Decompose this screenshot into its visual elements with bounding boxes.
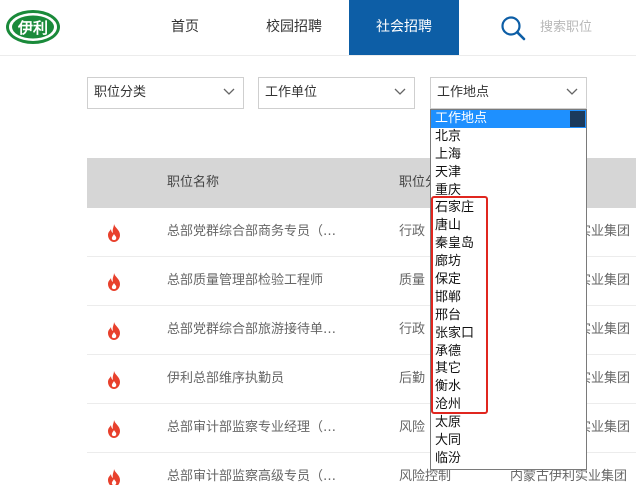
job-title[interactable]: 总部质量管理部检验工程师 <box>167 257 323 305</box>
location-option[interactable]: 大同 <box>431 432 586 450</box>
location-option[interactable]: 承德 <box>431 343 586 361</box>
location-option[interactable]: 重庆 <box>431 182 586 200</box>
header-divider <box>0 55 636 56</box>
search-icon[interactable] <box>500 15 526 41</box>
category-select[interactable]: 职位分类 <box>87 77 244 109</box>
column-header-name: 职位名称 <box>167 175 220 190</box>
unit-select-label: 工作单位 <box>265 85 318 100</box>
location-option[interactable]: 唐山 <box>431 217 586 235</box>
location-option[interactable]: 邯郸 <box>431 289 586 307</box>
chevron-down-icon <box>566 88 578 95</box>
job-title[interactable]: 总部审计部监察高级专员（… <box>167 453 336 485</box>
location-option[interactable]: 其它 <box>431 360 586 378</box>
job-title[interactable]: 总部党群综合部商务专员（… <box>167 208 336 256</box>
location-option[interactable]: 石家庄 <box>431 199 586 217</box>
svg-text:伊利: 伊利 <box>17 19 48 37</box>
job-type: 行政 <box>399 224 426 239</box>
fire-icon <box>108 322 120 340</box>
nav-social-recruitment[interactable]: 社会招聘 <box>349 0 459 55</box>
location-option[interactable]: 沧州 <box>431 396 586 414</box>
location-dropdown-list[interactable]: 工作地点 北京 上海 天津 重庆 石家庄 唐山 秦皇岛 廊坊 保定 邯郸 邢台 … <box>430 109 587 470</box>
location-option[interactable]: 上海 <box>431 146 586 164</box>
location-option[interactable]: 临汾 <box>431 450 586 468</box>
location-option[interactable]: 保定 <box>431 271 586 289</box>
category-select-label: 职位分类 <box>94 85 147 100</box>
location-option[interactable]: 邢台 <box>431 307 586 325</box>
location-option[interactable]: 衡水 <box>431 378 586 396</box>
chevron-down-icon <box>394 88 406 95</box>
job-type: 行政 <box>399 322 426 337</box>
job-type: 风险 <box>399 420 426 435</box>
location-option[interactable]: 太原 <box>431 414 586 432</box>
dropdown-scrollbar-thumb[interactable] <box>570 111 585 127</box>
fire-icon <box>108 224 120 242</box>
fire-icon <box>108 469 120 485</box>
location-option[interactable]: 北京 <box>431 128 586 146</box>
site-header: 伊利 首页 校园招聘 社会招聘 搜索职位 <box>0 0 636 55</box>
location-option[interactable]: 工作地点 <box>431 110 586 128</box>
location-option[interactable]: 天津 <box>431 164 586 182</box>
job-title[interactable]: 伊利总部维序执勤员 <box>167 355 284 403</box>
location-option[interactable]: 廊坊 <box>431 253 586 271</box>
fire-icon <box>108 420 120 438</box>
fire-icon <box>108 273 120 291</box>
location-select[interactable]: 工作地点 <box>430 77 587 109</box>
job-title[interactable]: 总部审计部监察专业经理（… <box>167 404 336 452</box>
job-type: 质量 <box>399 273 426 288</box>
location-option[interactable]: 秦皇岛 <box>431 235 586 253</box>
fire-icon <box>108 371 120 389</box>
location-option[interactable]: 张家口 <box>431 325 586 343</box>
search-input[interactable]: 搜索职位 <box>540 0 592 55</box>
job-title[interactable]: 总部党群综合部旅游接待单… <box>167 306 336 354</box>
nav-home[interactable]: 首页 <box>160 0 210 55</box>
unit-select[interactable]: 工作单位 <box>258 77 415 109</box>
nav-campus-recruitment[interactable]: 校园招聘 <box>254 0 334 55</box>
job-type: 后勤 <box>399 371 426 386</box>
chevron-down-icon <box>223 88 235 95</box>
location-select-label: 工作地点 <box>437 85 490 100</box>
yili-logo[interactable]: 伊利 <box>5 8 61 46</box>
